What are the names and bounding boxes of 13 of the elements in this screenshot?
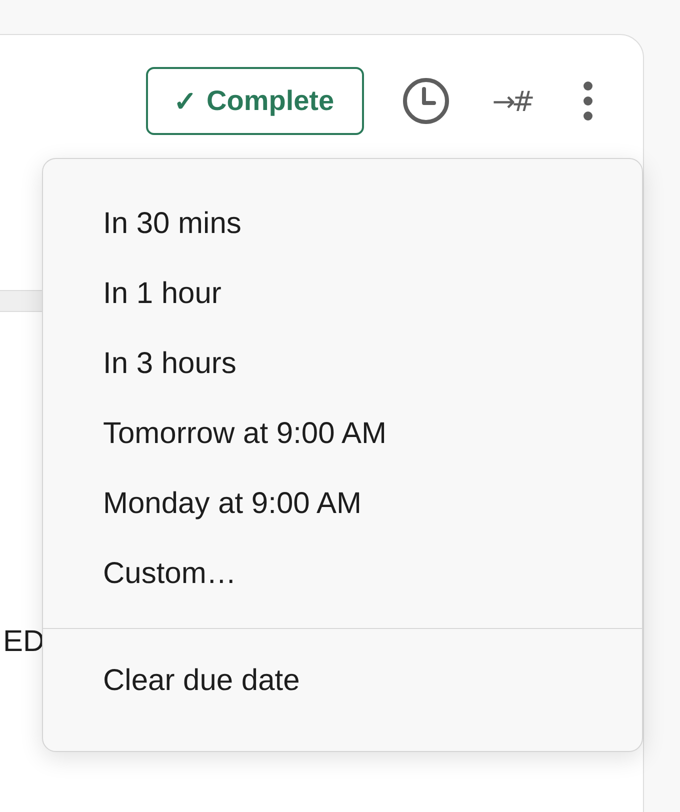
move-to-channel-button[interactable]: →# [492, 84, 531, 118]
more-icon[interactable] [583, 81, 593, 121]
menu-item[interactable]: In 1 hour [43, 259, 642, 329]
body-text: ED [3, 625, 45, 659]
menu-item[interactable]: In 30 mins [43, 189, 642, 259]
check-icon: ✓ [174, 84, 196, 118]
menu-item[interactable]: Monday at 9:00 AM [43, 469, 642, 539]
complete-button[interactable]: ✓ Complete [146, 67, 364, 135]
menu-item[interactable]: Clear due date [43, 646, 642, 716]
clock-icon[interactable] [402, 77, 450, 125]
menu-item[interactable]: Tomorrow at 9:00 AM [43, 399, 642, 469]
menu-item[interactable]: Custom… [43, 539, 642, 609]
menu-item[interactable]: In 3 hours [43, 329, 642, 399]
